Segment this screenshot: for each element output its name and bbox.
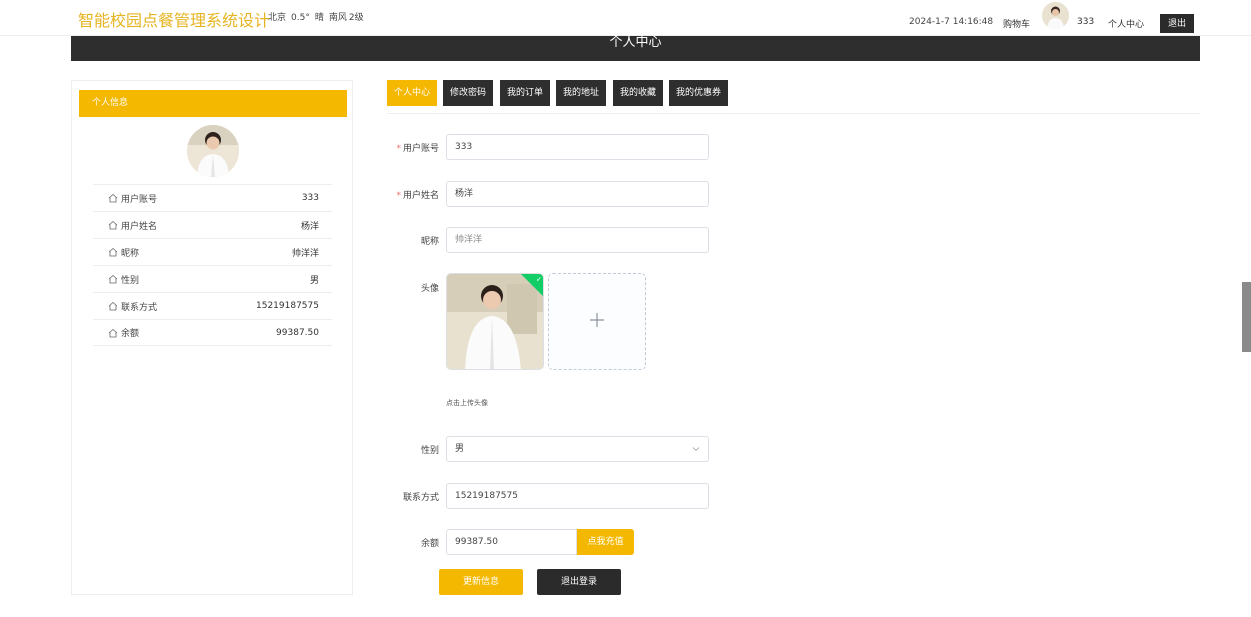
scrollbar[interactable] bbox=[1242, 282, 1251, 352]
required-mark: * bbox=[396, 191, 401, 201]
info-label-nickname: 昵称 bbox=[121, 248, 140, 259]
site-title[interactable]: 智能校园点餐管理系统设计 bbox=[78, 7, 270, 31]
info-value-nickname: 帅洋洋 bbox=[291, 248, 319, 259]
update-info-button[interactable]: 更新信息 bbox=[439, 569, 523, 595]
gender-select[interactable]: 男 bbox=[446, 436, 709, 462]
tab-my-coupons[interactable]: 我的优惠券 bbox=[669, 80, 728, 106]
cart-link[interactable]: 购物车 bbox=[1003, 17, 1030, 30]
phone-field[interactable]: 15219187575 bbox=[446, 483, 709, 509]
list-item: 性别 男 bbox=[93, 265, 332, 292]
tab-my-address[interactable]: 我的地址 bbox=[556, 80, 606, 106]
list-item: 联系方式 15219187575 bbox=[93, 292, 332, 319]
top-username[interactable]: 333 bbox=[1077, 17, 1094, 27]
list-item: 用户账号 333 bbox=[93, 184, 332, 211]
tab-personal-center[interactable]: 个人中心 bbox=[387, 80, 437, 106]
balance-field[interactable]: 99387.50 bbox=[446, 529, 577, 555]
info-label-balance: 余额 bbox=[121, 329, 140, 339]
list-item: 余额 99387.50 bbox=[93, 319, 332, 346]
recharge-button[interactable]: 点我充值 bbox=[577, 529, 634, 555]
tabs-divider bbox=[387, 113, 1200, 114]
avatar[interactable] bbox=[1042, 2, 1069, 29]
profile-card-title: 个人信息 bbox=[79, 90, 347, 117]
upload-hint: 点击上传头像 bbox=[446, 399, 488, 407]
home-icon bbox=[108, 301, 118, 311]
info-value-account: 333 bbox=[301, 193, 319, 203]
info-value-balance: 99387.50 bbox=[276, 327, 319, 338]
check-icon: ✓ bbox=[535, 275, 542, 284]
logout-button[interactable]: 退出 bbox=[1160, 14, 1194, 33]
avatar-preview[interactable]: ✓ bbox=[446, 273, 544, 370]
weather-level: 2级 bbox=[348, 13, 364, 23]
required-mark: * bbox=[396, 144, 401, 154]
weather-temp: 0.5° bbox=[291, 13, 310, 23]
name-field[interactable]: 杨洋 bbox=[446, 181, 709, 207]
weather-wind: 南风 bbox=[328, 13, 347, 23]
name-label: * 用户姓名 bbox=[396, 191, 439, 201]
list-item: 昵称 帅洋洋 bbox=[93, 238, 332, 265]
tab-my-favorites[interactable]: 我的收藏 bbox=[613, 80, 663, 106]
weather-city: 北京 bbox=[268, 13, 287, 23]
list-item: 用户姓名 杨洋 bbox=[93, 211, 332, 238]
chevron-down-icon bbox=[692, 447, 700, 452]
tab-change-password[interactable]: 修改密码 bbox=[443, 80, 493, 106]
home-icon bbox=[108, 193, 118, 203]
avatar-preview-image bbox=[447, 274, 543, 369]
avatar-label: 头像 bbox=[420, 284, 439, 294]
info-value-name: 杨洋 bbox=[300, 221, 319, 232]
logout-account-button[interactable]: 退出登录 bbox=[537, 569, 621, 595]
home-icon bbox=[108, 274, 118, 284]
top-bar: 智能校园点餐管理系统设计 北京 0.5° 晴南风 2级 2024-1-7 14:16:… bbox=[0, 0, 1251, 36]
phone-label: 联系方式 bbox=[402, 493, 439, 503]
page-title: 个人中心 bbox=[71, 36, 1200, 61]
nickname-label: 昵称 bbox=[420, 237, 439, 247]
profile-card: 个人信息 用户账号 333 用户姓名 杨洋 昵称 帅洋洋 性别 男 联系方式 1… bbox=[71, 80, 353, 595]
account-label: * 用户账号 bbox=[396, 144, 439, 154]
profile-avatar bbox=[187, 125, 239, 177]
weather-widget: 北京 0.5° 晴南风 2级 bbox=[268, 10, 369, 23]
home-icon bbox=[108, 247, 118, 257]
personal-center-link[interactable]: 个人中心 bbox=[1108, 17, 1144, 30]
tab-my-orders[interactable]: 我的订单 bbox=[500, 80, 550, 106]
weather-condition: 晴 bbox=[314, 13, 324, 23]
info-value-gender: 男 bbox=[309, 275, 319, 286]
info-label-phone: 联系方式 bbox=[121, 302, 158, 313]
gender-label: 性别 bbox=[420, 446, 439, 456]
current-datetime: 2024-1-7 14:16:48 bbox=[909, 17, 994, 27]
info-value-phone: 15219187575 bbox=[256, 301, 319, 311]
profile-info-list: 用户账号 333 用户姓名 杨洋 昵称 帅洋洋 性别 男 联系方式 152191… bbox=[93, 184, 332, 346]
upload-avatar-button[interactable] bbox=[548, 273, 646, 370]
profile-avatar-image bbox=[187, 125, 239, 177]
home-icon bbox=[108, 328, 118, 337]
info-label-name: 用户姓名 bbox=[121, 221, 158, 232]
info-label-account: 用户账号 bbox=[121, 194, 158, 205]
user-avatar-image bbox=[1042, 2, 1069, 29]
nickname-field[interactable]: 帅洋洋 bbox=[446, 227, 709, 253]
account-field[interactable]: 333 bbox=[446, 134, 709, 160]
info-label-gender: 性别 bbox=[121, 275, 140, 286]
balance-label: 余额 bbox=[420, 539, 439, 549]
plus-icon bbox=[590, 313, 604, 327]
home-icon bbox=[108, 220, 118, 230]
